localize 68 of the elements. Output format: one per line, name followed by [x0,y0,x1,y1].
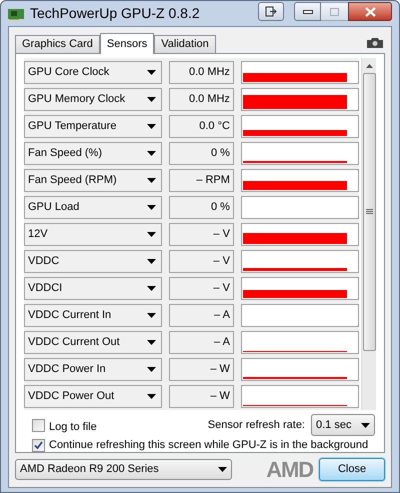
grip-icon [366,209,372,215]
refresh-rate-label: Sensor refresh rate: [208,418,305,433]
checkbox[interactable] [32,418,45,432]
sensor-dropdown[interactable]: VDDC Current Out [24,331,162,354]
sensor-dropdown[interactable]: VDDC Current In [24,304,162,327]
sensor-dropdown[interactable]: GPU Memory Clock [24,88,162,111]
sensor-value: 0 % [168,196,234,219]
sensor-value: 0 % [168,142,234,165]
sensor-dropdown[interactable]: VDDC Power Out [24,385,162,408]
sensor-dropdown[interactable]: VDDCI [24,277,162,300]
sensor-value: – RPM [168,169,234,192]
sensor-value: – A [168,331,234,354]
caret-icon [218,467,227,472]
maximize-icon [330,8,339,16]
sensor-value: – V [168,223,234,246]
scrollbar-thumb[interactable] [362,73,376,351]
tab[interactable]: Graphics Card [15,35,100,53]
sensor-value: 0.0 °C [168,115,234,138]
caret-icon [146,340,156,345]
scrollbar[interactable] [361,58,376,410]
caret-icon [146,151,156,156]
caret-icon [146,205,156,210]
caret-icon [146,70,156,75]
up-arrow-icon [366,64,372,68]
checkbox-label: Continue refreshing this screen while GPU-Z is in the background [49,438,368,453]
sensor-value: – W [168,358,234,381]
export-icon [265,6,277,17]
logo: AMD [266,458,313,480]
sensor-value: 0.0 MHz [168,61,234,84]
close-button[interactable]: Close [319,458,385,481]
caret-icon [146,259,156,264]
caret-icon [146,178,156,183]
tab[interactable]: Validation [154,35,216,53]
close-icon [364,6,376,16]
tab[interactable]: Sensors [100,33,154,54]
caret-icon [146,97,156,102]
graphics-card-icon [8,8,24,20]
checkbox-label: Log to file [49,420,97,435]
gpu-dropdown[interactable]: AMD Radeon R9 200 Series [15,459,232,480]
screenshot-button[interactable] [258,2,284,21]
close-window-button[interactable] [348,2,392,21]
sensor-dropdown[interactable]: Fan Speed (RPM) [24,169,162,192]
sensor-dropdown[interactable]: Fan Speed (%) [24,142,162,165]
minimize-icon [302,10,312,14]
checkmark-icon [34,440,43,450]
sensor-dropdown[interactable]: 12V [24,223,162,246]
sensor-value: – A [168,304,234,327]
sensor-value: 0.0 MHz [168,88,234,111]
sensor-dropdown[interactable]: GPU Temperature [24,115,162,138]
caret-icon [361,422,370,428]
minimize-button[interactable] [294,2,321,21]
sensor-value: – V [168,277,234,300]
sensor-dropdown[interactable]: VDDC [24,250,162,273]
caret-icon [146,232,156,237]
caret-icon [146,124,156,129]
sensor-value: – V [168,250,234,273]
window-title: TechPowerUp GPU-Z 0.8.2 [30,4,200,23]
camera-icon[interactable] [367,37,383,48]
sensor-dropdown[interactable]: VDDC Power In [24,358,162,381]
sensor-dropdown[interactable]: GPU Load [24,196,162,219]
checkbox[interactable] [32,438,45,452]
caret-icon [146,367,156,372]
sensor-dropdown[interactable]: GPU Core Clock [24,61,162,84]
caret-icon [146,286,156,291]
refresh-rate-dropdown[interactable]: 0.1 sec [311,414,375,436]
caret-icon [146,313,156,318]
sensor-value: – W [168,385,234,408]
caret-icon [146,394,156,399]
